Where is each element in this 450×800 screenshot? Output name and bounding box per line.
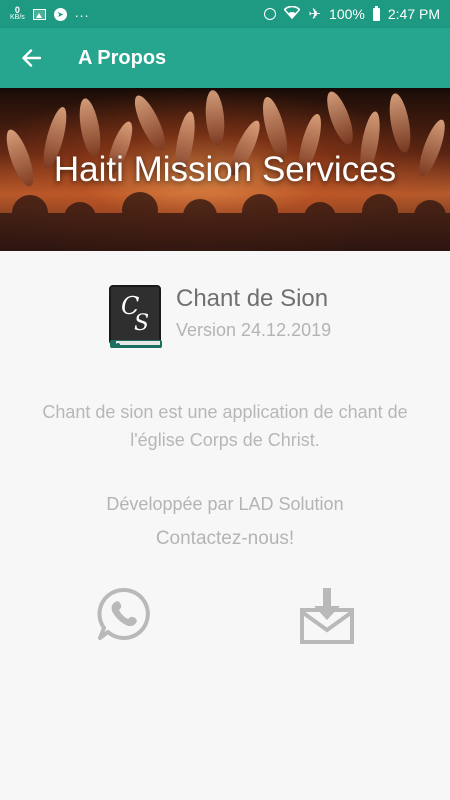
airplane-icon: ✈ — [308, 6, 322, 23]
mail-download-icon — [300, 588, 354, 644]
more-notifications: ... — [74, 4, 90, 20]
status-bar-right: ✈ 100% 2:47 PM — [264, 5, 440, 23]
clock: 2:47 PM — [387, 6, 440, 22]
header-banner-image: Haiti Mission Services — [0, 88, 450, 251]
telegram-icon: ➤ — [53, 7, 67, 21]
status-bar: 0 KB/s ➤ ... ✈ 100% 2:47 PM — [0, 0, 450, 28]
developer-credit: Développée par LAD Solution — [106, 494, 344, 514]
battery-percent: 100% — [329, 6, 365, 22]
cs-book-logo-icon: C S — [108, 284, 164, 350]
network-speed-unit: KB/s — [10, 14, 25, 21]
status-bar-left: 0 KB/s ➤ ... — [10, 4, 90, 22]
app-info: C S — [108, 284, 164, 350]
alarm-icon — [264, 8, 277, 20]
description-line-1: Chant de sion est une application de cha… — [42, 402, 408, 422]
back-button[interactable] — [0, 28, 62, 88]
image-icon — [32, 8, 46, 20]
arrow-left-icon — [22, 49, 41, 67]
contact-label: Contactez-nous! — [155, 528, 295, 549]
network-speed-value: 0 — [14, 5, 20, 15]
whatsapp-icon — [97, 587, 150, 640]
wifi-icon — [283, 5, 302, 22]
battery-icon — [372, 5, 380, 21]
app-description: Chant de sion est une application de cha… — [12, 398, 438, 454]
network-speed-icon: 0 KB/s — [10, 6, 25, 22]
app-toolbar: A Propos — [0, 28, 450, 88]
page-title: A Propos — [78, 46, 167, 69]
svg-text:S: S — [134, 311, 149, 336]
banner-title: Haiti Mission Services — [53, 150, 397, 189]
description-line-2: l'église Corps de Christ. — [130, 430, 320, 450]
email-download-button[interactable] — [298, 586, 356, 644]
whatsapp-button[interactable] — [96, 586, 152, 642]
app-name: Chant de Sion — [176, 285, 329, 312]
app-version: Version 24.12.2019 — [176, 320, 332, 340]
